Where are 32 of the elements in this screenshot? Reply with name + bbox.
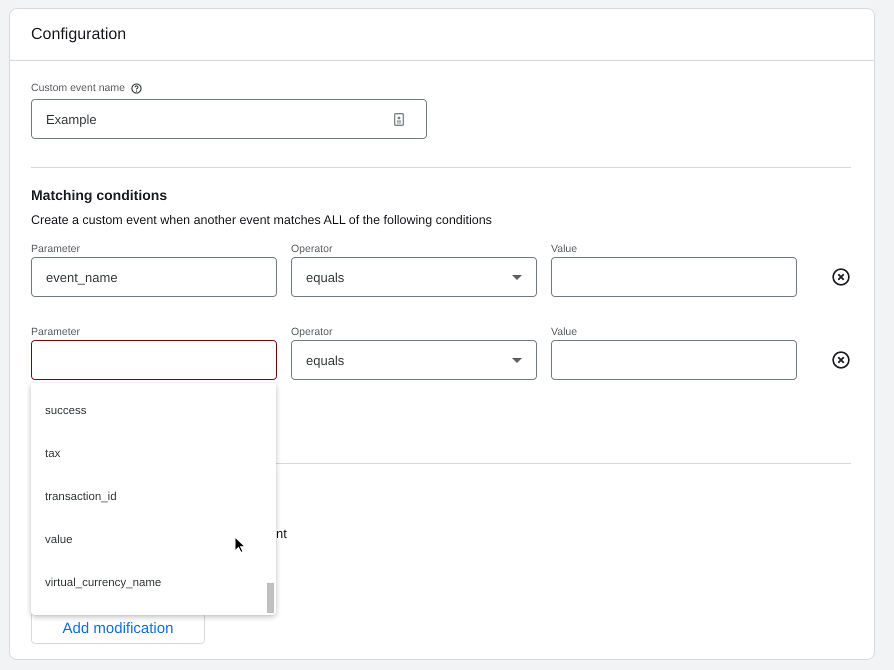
field-label: Parameter [31, 242, 82, 257]
operator-dropdown[interactable]: equals [291, 340, 537, 380]
value-field[interactable] [551, 340, 797, 380]
field-label: Parameter [31, 325, 82, 340]
menu-option[interactable]: transaction_id [31, 476, 276, 519]
remove-icon[interactable] [832, 268, 850, 286]
menu-option[interactable]: virtual_currency_name [31, 562, 276, 605]
contact-card-icon [394, 112, 404, 126]
field-label: Operator [291, 325, 334, 340]
caret-icon [512, 358, 522, 362]
menu-option[interactable]: success [31, 390, 276, 433]
scrollbar[interactable] [267, 583, 274, 613]
caret-icon [512, 274, 522, 280]
name-input[interactable]: Example [31, 99, 427, 139]
menu-option[interactable]: tax [31, 433, 276, 476]
section-title: Configuration [31, 26, 126, 44]
field-label: Custom event name [31, 81, 125, 96]
parameter-field[interactable]: event_name [31, 257, 277, 297]
field-label: Value [551, 325, 578, 340]
section-heading: Matching conditions [31, 187, 168, 205]
cursor-icon [234, 536, 246, 554]
operator-dropdown[interactable]: equals [291, 257, 537, 297]
add-modification-button[interactable]: Add modification [31, 612, 205, 644]
menu-option[interactable]: value [31, 519, 276, 562]
value-field[interactable] [551, 257, 797, 297]
parameter-field[interactable] [31, 340, 277, 380]
field-label: Value [551, 242, 578, 257]
body-text: nt [276, 526, 287, 541]
field-label: Operator [291, 242, 334, 257]
help-icon [130, 82, 142, 94]
description-text: Create a custom event when another event matches ALL of the following conditions [31, 213, 493, 229]
remove-icon[interactable] [832, 351, 850, 369]
